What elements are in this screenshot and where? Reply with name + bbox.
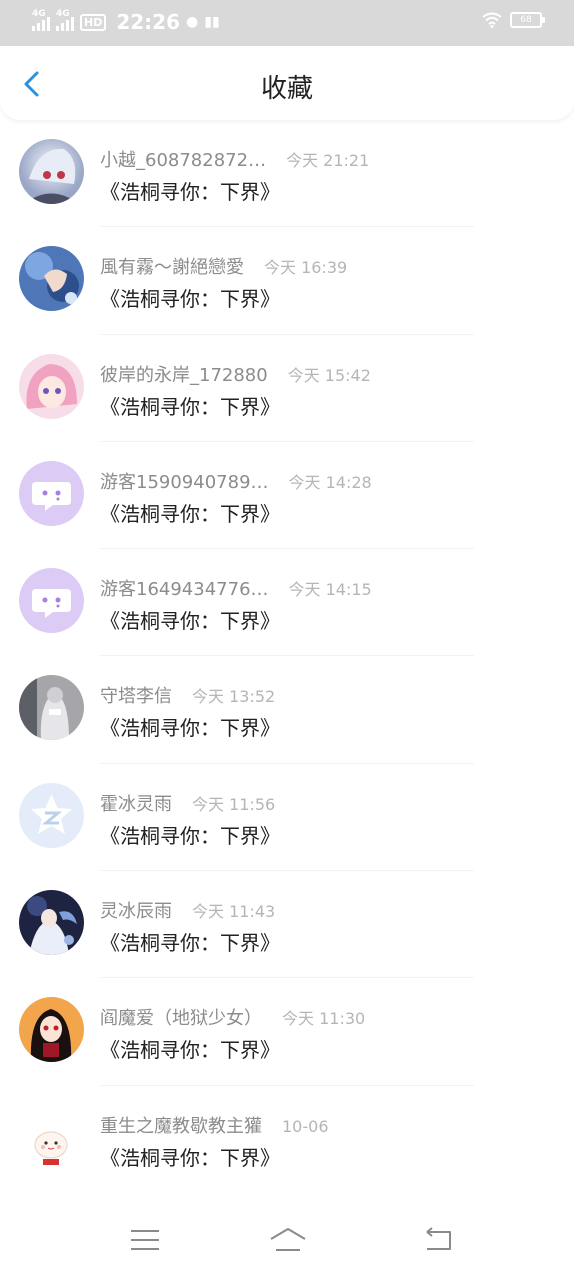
item-meta: 游客1590940789… 今天 14:28: [100, 468, 372, 494]
list-item[interactable]: 霍冰灵雨 今天 11:56 《浩桐寻你：下界》: [0, 764, 574, 872]
wifi-icon: [482, 12, 502, 28]
list-item[interactable]: 游客1590940789… 今天 14:28 《浩桐寻你：下界》: [0, 442, 574, 550]
user-name[interactable]: 霍冰灵雨: [100, 790, 172, 816]
timestamp: 今天 11:43: [192, 902, 276, 922]
item-content[interactable]: 《浩桐寻你：下界》: [100, 283, 280, 312]
status-time: 22:26: [116, 10, 181, 34]
network-type-2: 4G: [56, 9, 70, 19]
user-name[interactable]: 風有霧～謝絕戀愛: [100, 253, 244, 279]
item-content[interactable]: 《浩桐寻你：下界》: [100, 1034, 280, 1063]
user-name[interactable]: 游客1649434776…: [100, 575, 269, 601]
menu-icon[interactable]: [128, 1226, 162, 1254]
user-name[interactable]: 灵冰辰雨: [100, 897, 172, 923]
item-meta: 霍冰灵雨 今天 11:56: [100, 790, 275, 816]
list-item[interactable]: 彼岸的永岸_172880 今天 15:42 《浩桐寻你：下界》: [0, 335, 574, 442]
item-content[interactable]: 《浩桐寻你：下界》: [100, 498, 280, 527]
timestamp: 今天 11:30: [282, 1009, 366, 1029]
list-item[interactable]: 灵冰辰雨 今天 11:43 《浩桐寻你：下界》: [0, 871, 574, 979]
avatar[interactable]: [19, 353, 84, 419]
list-item[interactable]: 重生之魔教歇教主獾 10-06 《浩桐寻你：下界》: [0, 1086, 574, 1193]
timestamp: 今天 11:56: [192, 794, 276, 814]
notification-icon: ●: [186, 14, 199, 30]
item-meta: 游客1649434776… 今天 14:15: [100, 575, 372, 601]
app-header: 收藏: [0, 46, 574, 120]
avatar[interactable]: [19, 568, 84, 634]
item-meta: 守塔李信 今天 13:52: [100, 682, 275, 708]
hd-badge: HD: [80, 13, 107, 31]
signal-icon-2: 4G: [56, 9, 74, 31]
list-item[interactable]: 風有霧～謝絕戀愛 今天 16:39 《浩桐寻你：下界》: [0, 227, 574, 335]
avatar[interactable]: [19, 782, 84, 848]
avatar[interactable]: [19, 460, 84, 526]
item-meta: 重生之魔教歇教主獾 10-06: [100, 1112, 329, 1138]
status-bar: 4G 4G HD 22:26 ● ▮▮ 68: [0, 0, 574, 46]
list-item[interactable]: 游客1649434776… 今天 14:15 《浩桐寻你：下界》: [0, 549, 574, 657]
user-name[interactable]: 游客1590940789…: [100, 468, 269, 494]
avatar[interactable]: [19, 246, 84, 312]
avatar[interactable]: [19, 1104, 84, 1170]
home-icon[interactable]: [268, 1226, 308, 1254]
user-name[interactable]: 阎魔爱（地狱少女）: [100, 1004, 262, 1030]
avatar[interactable]: [19, 997, 84, 1063]
item-content[interactable]: 《浩桐寻你：下界》: [100, 176, 280, 205]
list-item[interactable]: 小越_608782872… 今天 21:21 《浩桐寻你：下界》: [0, 120, 574, 228]
timestamp: 今天 14:28: [288, 472, 372, 492]
user-name[interactable]: 小越_608782872…: [100, 146, 266, 172]
user-name[interactable]: 彼岸的永岸_172880: [100, 361, 268, 387]
book-icon: ▮▮: [204, 14, 220, 30]
user-name[interactable]: 重生之魔教歇教主獾: [100, 1112, 262, 1138]
item-meta: 彼岸的永岸_172880 今天 15:42: [100, 361, 371, 387]
signal-icon: 4G: [32, 9, 50, 31]
timestamp: 10-06: [282, 1116, 329, 1136]
avatar[interactable]: [19, 890, 84, 956]
favorites-list: 小越_608782872… 今天 21:21 《浩桐寻你：下界》 風有霧～謝絕戀…: [0, 120, 574, 1193]
network-type-1: 4G: [32, 9, 46, 19]
item-meta: 阎魔爱（地狱少女） 今天 11:30: [100, 1004, 365, 1030]
back-nav-icon[interactable]: [421, 1226, 455, 1254]
battery-indicator: 68: [510, 12, 545, 28]
system-nav-bar: [0, 1192, 574, 1280]
timestamp: 今天 14:15: [288, 580, 372, 600]
item-meta: 小越_608782872… 今天 21:21: [100, 146, 369, 172]
item-content[interactable]: 《浩桐寻你：下界》: [100, 1142, 280, 1171]
timestamp: 今天 16:39: [264, 258, 348, 278]
list-item[interactable]: 守塔李信 今天 13:52 《浩桐寻你：下界》: [0, 656, 574, 764]
avatar[interactable]: [19, 675, 84, 741]
list-item[interactable]: 阎魔爱（地狱少女） 今天 11:30 《浩桐寻你：下界》: [0, 978, 574, 1086]
item-content[interactable]: 《浩桐寻你：下界》: [100, 820, 280, 849]
item-content[interactable]: 《浩桐寻你：下界》: [100, 927, 280, 956]
timestamp: 今天 13:52: [192, 687, 276, 707]
item-content[interactable]: 《浩桐寻你：下界》: [100, 605, 280, 634]
user-name[interactable]: 守塔李信: [100, 682, 172, 708]
item-content[interactable]: 《浩桐寻你：下界》: [100, 391, 280, 420]
item-content[interactable]: 《浩桐寻你：下界》: [100, 712, 280, 741]
page-title: 收藏: [260, 74, 313, 104]
timestamp: 今天 21:21: [286, 151, 370, 170]
avatar[interactable]: [19, 139, 84, 204]
item-meta: 風有霧～謝絕戀愛 今天 16:39: [100, 253, 347, 279]
timestamp: 今天 15:42: [287, 365, 371, 385]
item-meta: 灵冰辰雨 今天 11:43: [100, 897, 275, 923]
